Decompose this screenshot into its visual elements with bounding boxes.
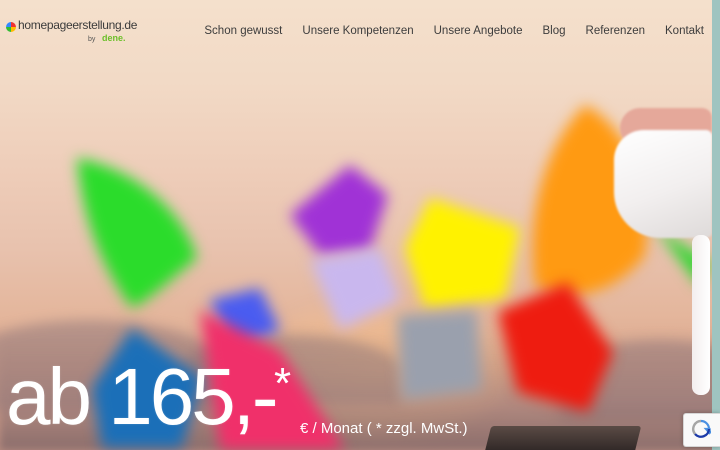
laptop-edge <box>484 426 642 450</box>
main-nav: Schon gewusst Unsere Kompetenzen Unsere … <box>184 25 704 37</box>
site-logo[interactable]: homepageerstellung.de by dene. <box>6 18 138 50</box>
site-header: homepageerstellung.de by dene. Schon gew… <box>0 0 720 62</box>
white-arm <box>692 235 710 395</box>
recaptcha-badge[interactable] <box>683 413 720 447</box>
nav-item-unsere-angebote[interactable]: Unsere Angebote <box>434 25 523 37</box>
nav-item-kontakt[interactable]: Kontakt <box>665 25 704 37</box>
recaptcha-icon <box>692 419 711 438</box>
logo-color-dot-icon <box>6 22 16 32</box>
hero-price-asterisk: * <box>274 359 292 408</box>
nav-item-blog[interactable]: Blog <box>543 25 566 37</box>
green-paper-shape <box>77 158 197 308</box>
logo-by-text: by <box>88 36 96 43</box>
nav-item-schon-gewusst[interactable]: Schon gewusst <box>204 25 282 37</box>
hand-holding-paper <box>614 108 712 238</box>
nav-item-referenzen[interactable]: Referenzen <box>586 25 645 37</box>
page: homepageerstellung.de by dene. Schon gew… <box>0 0 720 450</box>
hero-price-note: € / Monat ( * zzgl. MwSt.) <box>300 420 468 437</box>
hero-price: ab 165,- <box>6 352 279 441</box>
white-sleeve <box>614 130 712 238</box>
nav-item-unsere-kompetenzen[interactable]: Unsere Kompetenzen <box>302 25 413 37</box>
logo-brand: dene. <box>102 33 126 43</box>
red-paper-shape <box>498 282 613 412</box>
grey-paper-shape <box>397 310 482 400</box>
right-edge-rail <box>712 0 720 450</box>
logo-text: homepageerstellung.de <box>18 18 138 32</box>
